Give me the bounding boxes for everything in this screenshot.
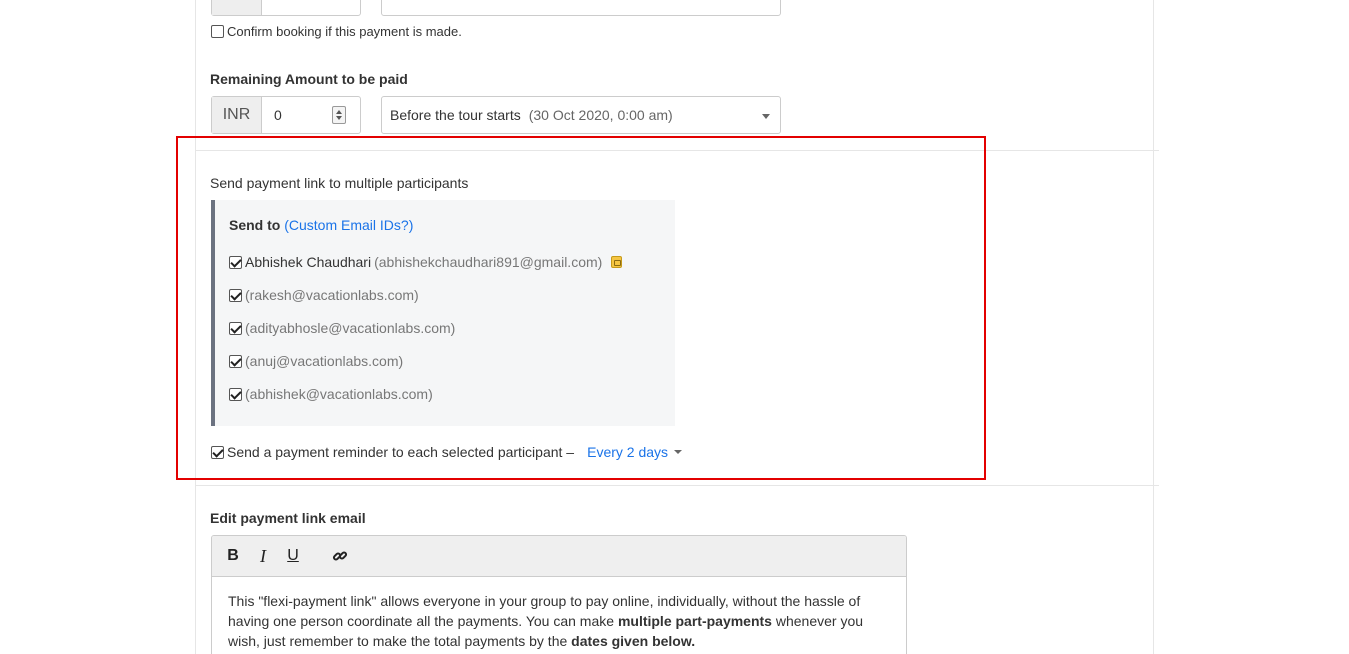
confirm-booking-option[interactable]: Confirm booking if this payment is made.	[211, 24, 462, 39]
previous-due-select[interactable]	[381, 0, 781, 16]
currency-addon	[212, 0, 262, 15]
reminder-checkbox[interactable]	[211, 445, 224, 459]
email-body-bold: dates given below.	[571, 633, 696, 649]
reminder-label: Send a payment reminder to each selected…	[227, 444, 575, 460]
remaining-due-select[interactable]: Before the tour starts (30 Oct 2020, 0:0…	[381, 96, 781, 134]
reminder-frequency-value: Every 2 days	[587, 444, 669, 460]
chevron-down-icon	[762, 114, 770, 119]
number-spinner[interactable]	[332, 106, 346, 124]
remaining-amount-input[interactable]: 0	[262, 97, 360, 133]
underline-button[interactable]: U	[286, 547, 300, 565]
confirm-booking-checkbox[interactable]	[211, 25, 224, 38]
email-editor: B I U This "flexi-payment link" allows e…	[211, 535, 907, 654]
participant-email: (adityabhosle@vacationlabs.com)	[245, 320, 456, 336]
chevron-down-icon	[674, 450, 683, 454]
section-divider	[195, 485, 1159, 486]
email-body-editor[interactable]: This "flexi-payment link" allows everyon…	[212, 577, 906, 654]
participant-name: Abhishek Chaudhari	[245, 254, 372, 270]
due-option-text: Before the tour starts	[390, 107, 521, 123]
remaining-amount-input-group: INR 0	[211, 96, 361, 134]
payment-link-form: Confirm booking if this payment is made.…	[0, 0, 1349, 654]
send-to-label: Send to	[229, 217, 281, 233]
edit-email-label: Edit payment link email	[210, 510, 366, 526]
send-to-heading: Send to (Custom Email IDs?)	[229, 217, 413, 233]
section-divider	[195, 150, 1159, 151]
participant-option[interactable]: (anuj@vacationlabs.com)	[229, 353, 403, 369]
custom-email-link[interactable]: (Custom Email IDs?)	[284, 217, 413, 233]
participant-checkbox[interactable]	[229, 255, 242, 269]
participant-option[interactable]: (adityabhosle@vacationlabs.com)	[229, 320, 455, 336]
participant-email: (abhishek@vacationlabs.com)	[245, 386, 433, 402]
confirm-booking-label: Confirm booking if this payment is made.	[227, 24, 462, 39]
participant-checkbox[interactable]	[229, 387, 242, 401]
remaining-amount-value: 0	[274, 107, 282, 123]
participant-checkbox[interactable]	[229, 354, 242, 368]
italic-button[interactable]: I	[256, 546, 270, 567]
participant-email: (abhishekchaudhari891@gmail.com)	[374, 254, 603, 270]
editor-toolbar: B I U	[212, 536, 906, 577]
reminder-frequency-dropdown[interactable]: Every 2 days	[587, 444, 683, 460]
send-to-panel: Send to (Custom Email IDs?) Abhishek Cha…	[211, 200, 675, 426]
multi-participant-label: Send payment link to multiple participan…	[210, 175, 469, 191]
participant-option[interactable]: (rakesh@vacationlabs.com)	[229, 287, 419, 303]
participant-checkbox[interactable]	[229, 288, 242, 302]
reminder-option[interactable]: Send a payment reminder to each selected…	[211, 444, 683, 460]
participant-email: (rakesh@vacationlabs.com)	[245, 287, 419, 303]
email-body-bold: multiple part-payments	[617, 613, 772, 629]
due-date-text: (30 Oct 2020, 0:00 am)	[528, 107, 673, 123]
link-icon[interactable]	[332, 548, 348, 564]
contact-card-icon	[611, 256, 623, 268]
participant-email: (anuj@vacationlabs.com)	[245, 353, 404, 369]
currency-addon: INR	[212, 97, 262, 133]
bold-button[interactable]: B	[226, 547, 240, 565]
participant-option[interactable]: Abhishek Chaudhari (abhishekchaudhari891…	[229, 254, 623, 270]
remaining-amount-label: Remaining Amount to be paid	[210, 71, 408, 87]
participant-checkbox[interactable]	[229, 321, 242, 335]
participant-option[interactable]: (abhishek@vacationlabs.com)	[229, 386, 433, 402]
content-right-border	[1153, 0, 1154, 654]
content-left-border	[195, 0, 196, 654]
previous-amount-input[interactable]	[211, 0, 361, 16]
